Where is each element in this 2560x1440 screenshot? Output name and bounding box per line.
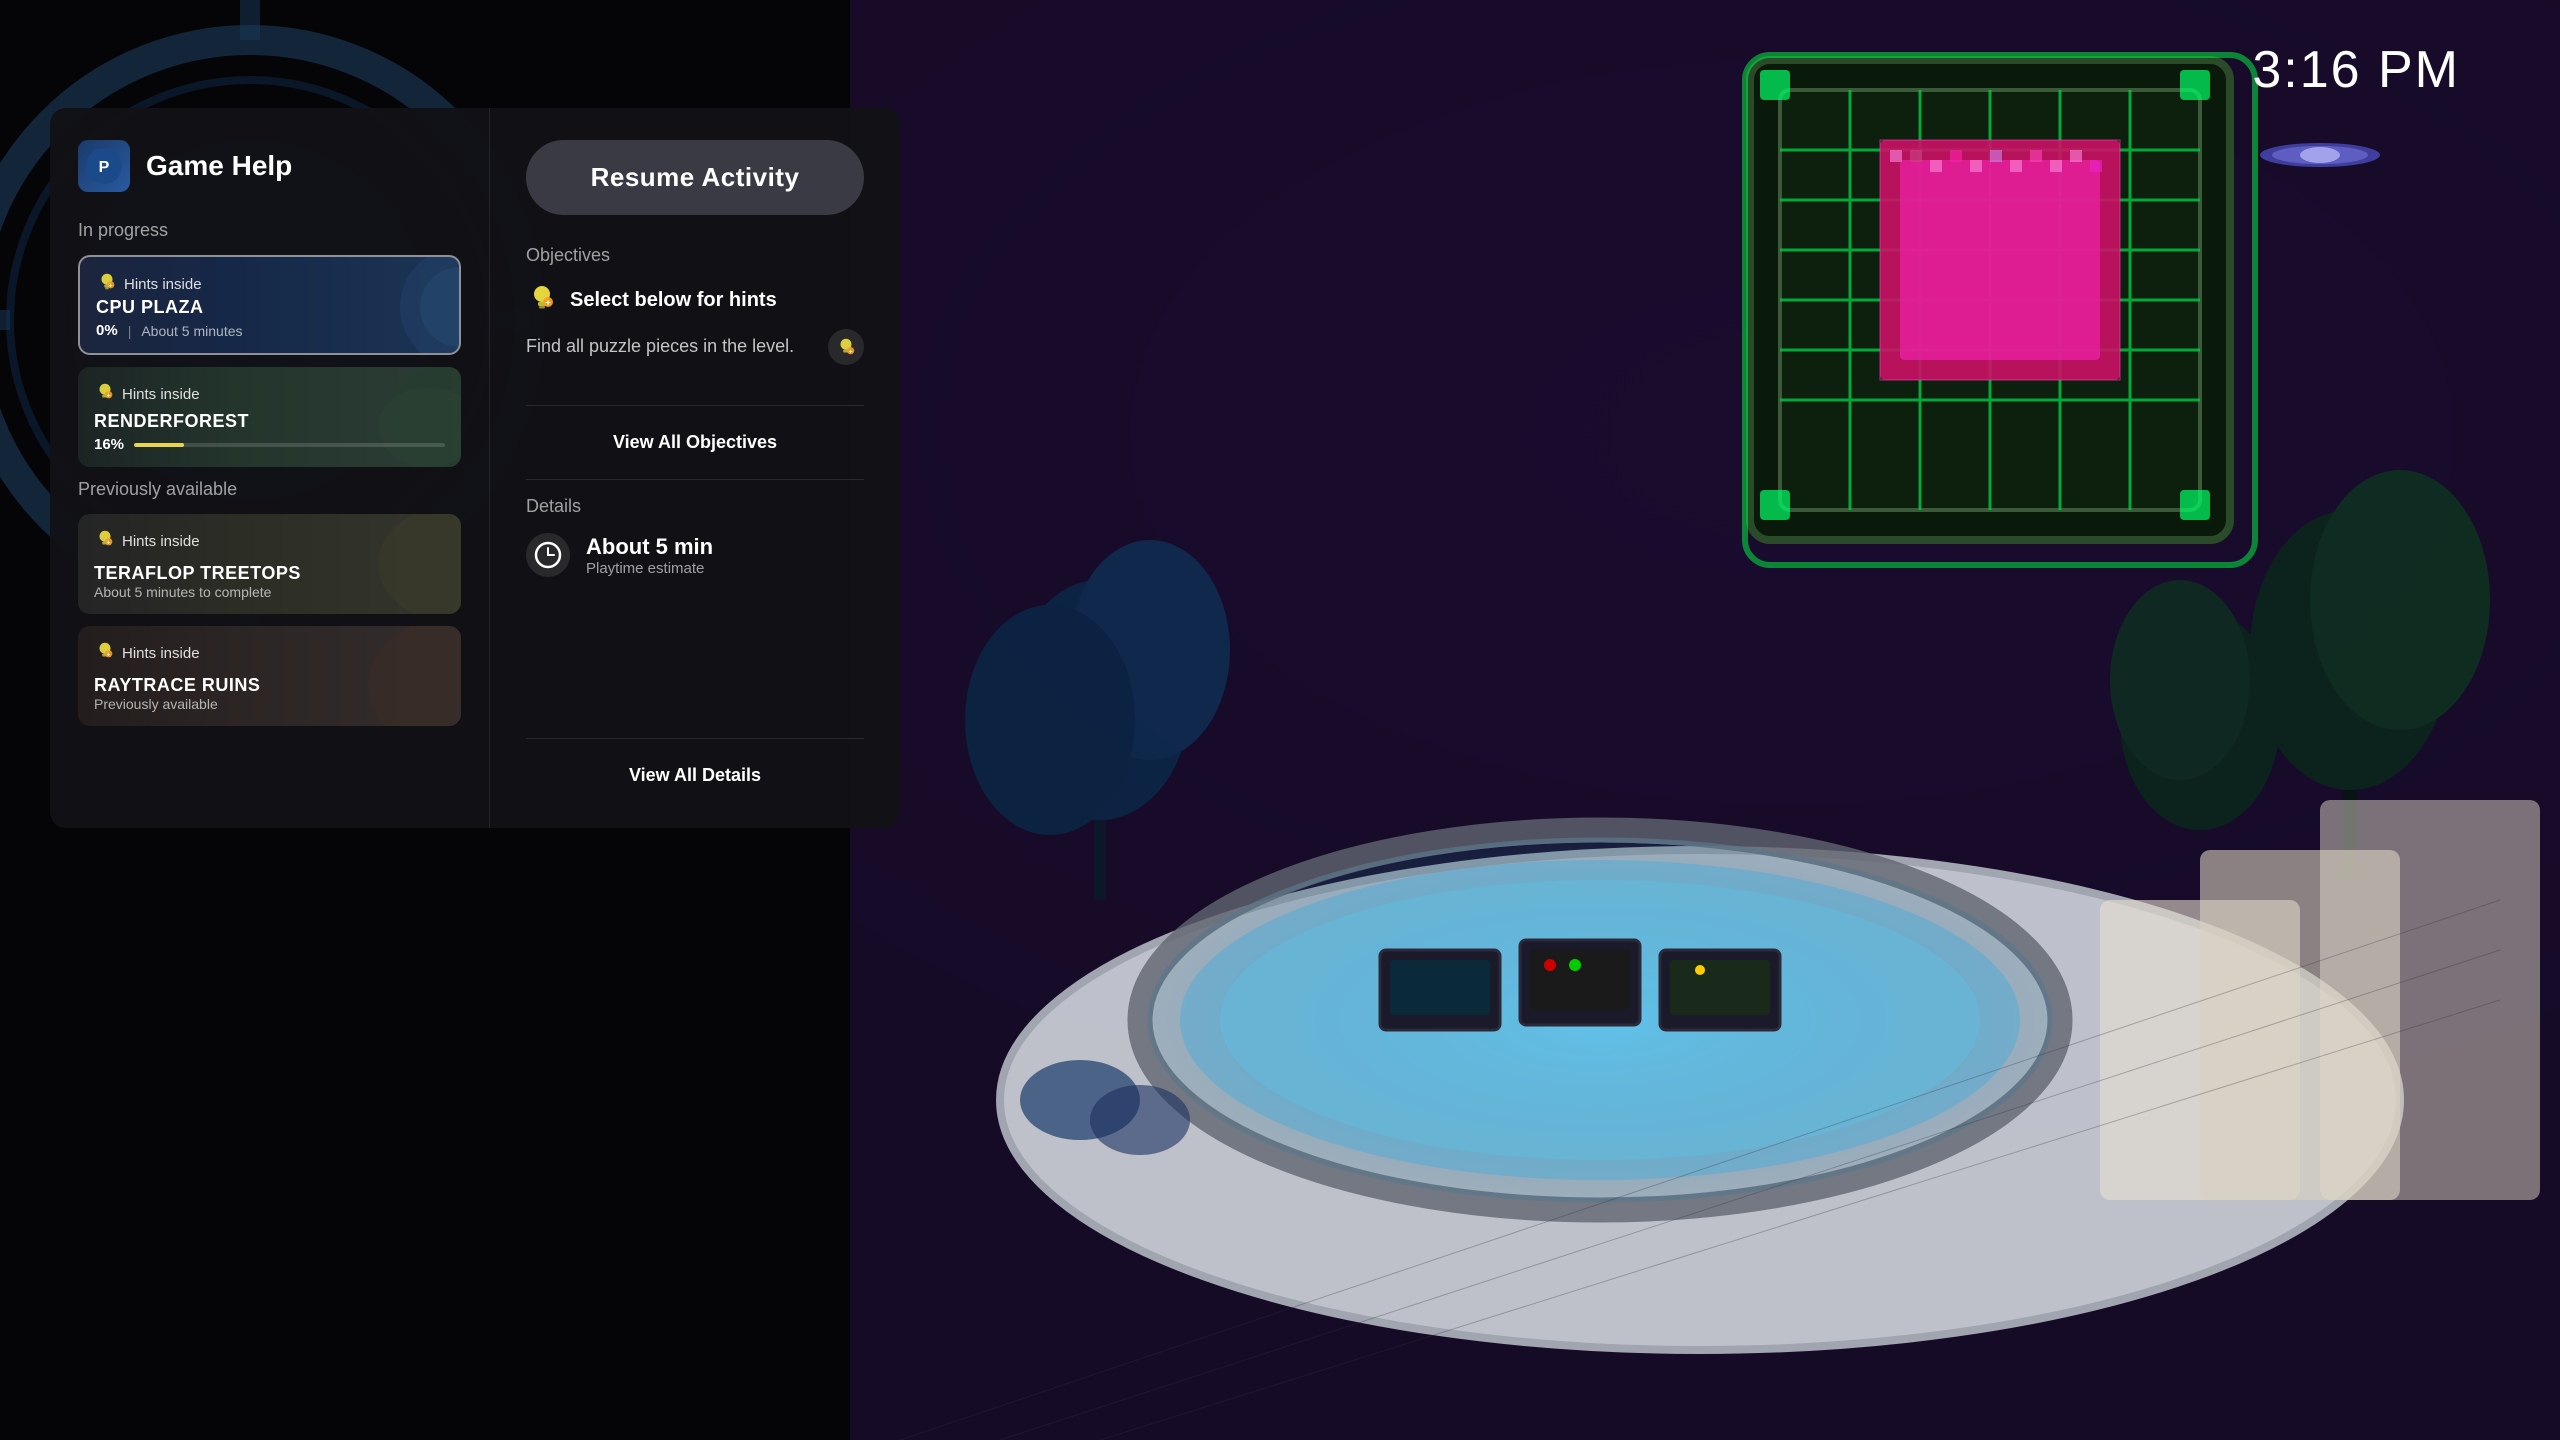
detail-text-group: About 5 min Playtime estimate — [586, 534, 713, 577]
svg-text:+: + — [107, 652, 111, 659]
card-subtitle-cpu: About 5 minutes — [141, 323, 242, 339]
game-icon: P — [78, 140, 130, 192]
detail-playtime: About 5 min Playtime estimate — [526, 533, 864, 577]
in-progress-label: In progress — [78, 220, 461, 241]
card-bottom-raytrace: RAYTRACE RUINS Previously available — [94, 675, 445, 712]
resume-activity-button[interactable]: Resume Activity — [526, 140, 864, 215]
progress-divider-cpu: | — [128, 323, 132, 339]
card-bottom-cpu: CPU PLAZA 0% | About 5 minutes — [96, 297, 443, 339]
divider-view-details — [526, 738, 864, 739]
svg-text:+: + — [545, 298, 550, 308]
svg-text:P: P — [99, 159, 110, 176]
svg-text:+: + — [107, 540, 111, 547]
objective-main: + Select below for hints — [526, 282, 864, 319]
progress-pct-cpu: 0% — [96, 322, 118, 339]
card-content-cpu: + Hints inside CPU PLAZA 0% | About 5 mi… — [80, 257, 459, 353]
details-section: Details About 5 min Playtime estimate — [526, 496, 864, 722]
objectives-title: Objectives — [526, 245, 864, 266]
hints-badge-render: + Hints inside — [94, 381, 445, 407]
svg-text:+: + — [109, 283, 113, 290]
divider-objectives — [526, 405, 864, 406]
bulb-icon-render: + — [94, 381, 116, 407]
svg-text:+: + — [849, 348, 853, 355]
objective-description: Find all puzzle pieces in the level. — [526, 334, 794, 359]
game-help-panel: P Game Help In progress — [50, 108, 900, 828]
hints-badge-cpu: + Hints inside — [96, 271, 443, 297]
card-content-raytrace: + Hints inside RAYTRACE RUINS Previously… — [78, 626, 461, 726]
bulb-icon-cpu: + — [96, 271, 118, 297]
time-display: 3:16 PM — [2252, 40, 2460, 100]
panel-header: P Game Help — [78, 140, 461, 192]
progress-bar-render — [134, 443, 445, 447]
card-subtitle-raytrace: Previously available — [94, 696, 445, 712]
progress-pct-render: 16% — [94, 436, 124, 453]
previously-available-label: Previously available — [78, 479, 461, 500]
objective-row: Find all puzzle pieces in the level. + — [526, 329, 864, 365]
card-title-raytrace: RAYTRACE RUINS — [94, 675, 445, 696]
svg-text:+: + — [107, 393, 111, 400]
clock-icon — [526, 533, 570, 577]
card-subtitle-teraflop: About 5 minutes to complete — [94, 584, 445, 600]
progress-bar-cpu: 0% | About 5 minutes — [96, 322, 443, 339]
card-bottom-teraflop: TERAFLOP TREETOPS About 5 minutes to com… — [94, 563, 445, 600]
activity-card-cpu-plaza[interactable]: + Hints inside CPU PLAZA 0% | About 5 mi… — [78, 255, 461, 355]
details-title: Details — [526, 496, 864, 517]
activity-card-teraflop[interactable]: + Hints inside TERAFLOP TREETOPS About 5… — [78, 514, 461, 614]
playtime-label: Playtime estimate — [586, 560, 713, 577]
sidebar: P Game Help In progress — [50, 108, 490, 828]
activity-card-raytrace[interactable]: + Hints inside RAYTRACE RUINS Previously… — [78, 626, 461, 726]
hints-badge-raytrace: + Hints inside — [94, 640, 445, 666]
view-all-details-button[interactable]: View All Details — [526, 755, 864, 796]
progress-container-render: 16% — [94, 436, 445, 453]
hints-badge-teraflop: + Hints inside — [94, 528, 445, 554]
hints-label-render: Hints inside — [122, 386, 200, 403]
progress-fill-render — [134, 443, 184, 447]
view-all-objectives-button[interactable]: View All Objectives — [526, 422, 864, 463]
objective-bulb-icon: + — [526, 282, 558, 319]
card-content-render: + Hints inside RENDERFOREST 16% — [78, 367, 461, 467]
divider-details-top — [526, 479, 864, 480]
hints-label-cpu: Hints inside — [124, 276, 202, 293]
card-bottom-render: RENDERFOREST 16% — [94, 411, 445, 453]
card-title-cpu: CPU PLAZA — [96, 297, 443, 318]
card-title-teraflop: TERAFLOP TREETOPS — [94, 563, 445, 584]
card-title-render: RENDERFOREST — [94, 411, 445, 432]
card-content-teraflop: + Hints inside TERAFLOP TREETOPS About 5… — [78, 514, 461, 614]
activity-card-renderforest[interactable]: + Hints inside RENDERFOREST 16% — [78, 367, 461, 467]
objective-select-hint: Select below for hints — [570, 289, 777, 312]
bulb-icon-teraflop: + — [94, 528, 116, 554]
panel-title: Game Help — [146, 150, 292, 182]
hints-label-teraflop: Hints inside — [122, 533, 200, 550]
bulb-icon-raytrace: + — [94, 640, 116, 666]
objectives-section: Objectives + Select below for hints Find… — [526, 245, 864, 365]
playtime-amount: About 5 min — [586, 534, 713, 560]
content-area: Resume Activity Objectives + Select belo… — [490, 108, 900, 828]
hint-button-inline[interactable]: + — [828, 329, 864, 365]
hints-label-raytrace: Hints inside — [122, 645, 200, 662]
